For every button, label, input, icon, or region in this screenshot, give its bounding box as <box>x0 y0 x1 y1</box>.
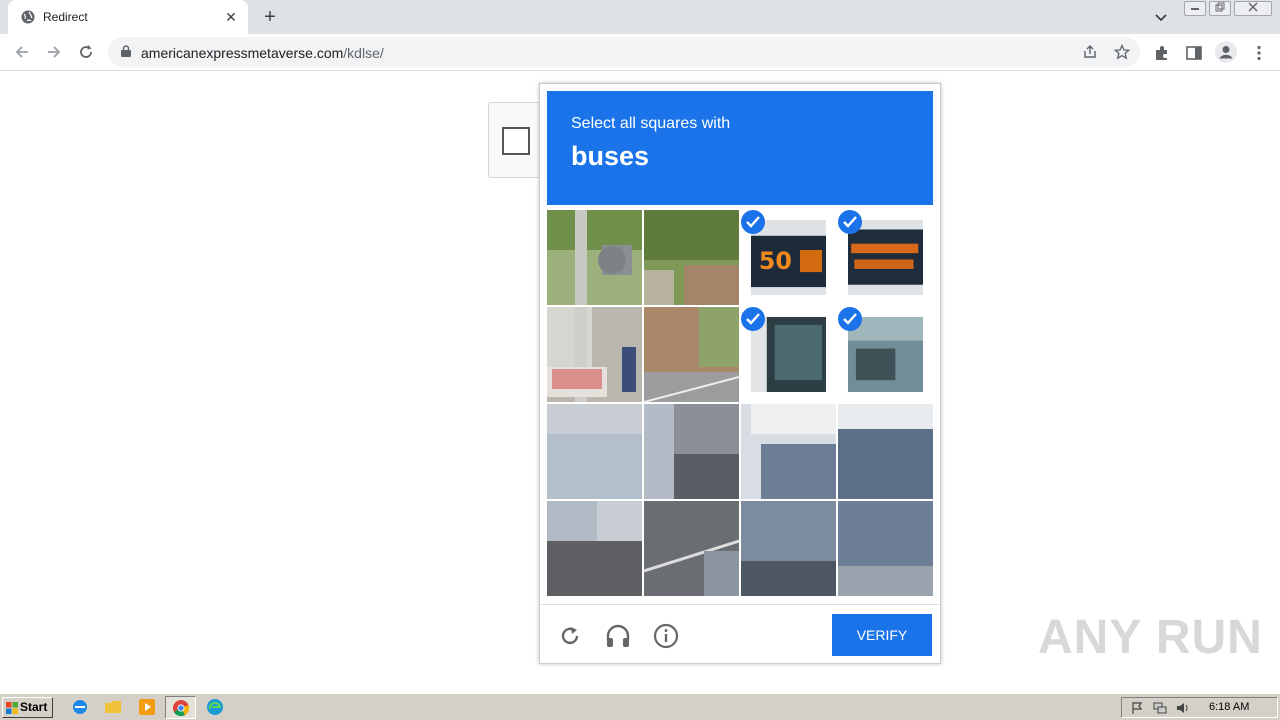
captcha-checkbox[interactable] <box>502 127 530 155</box>
captcha-tile[interactable] <box>644 210 739 305</box>
captcha-prompt: Select all squares with buses <box>547 91 933 205</box>
selected-check-icon <box>741 210 765 234</box>
tile-image <box>848 220 923 295</box>
tile-image <box>751 317 826 392</box>
captcha-tile-selected[interactable] <box>838 210 933 305</box>
tile-image <box>741 404 836 499</box>
bookmark-star-icon[interactable] <box>1114 44 1130 60</box>
tile-image <box>741 501 836 596</box>
lock-icon <box>121 45 131 57</box>
tile-image: 50 <box>751 220 826 295</box>
volume-icon[interactable] <box>1176 701 1190 715</box>
captcha-tile[interactable] <box>547 404 642 499</box>
minimize-icon <box>1191 8 1199 10</box>
forward-icon[interactable] <box>44 42 64 62</box>
captcha-tile[interactable] <box>741 501 836 596</box>
selected-check-icon <box>838 307 862 331</box>
url-path: /kdlse/ <box>343 45 384 61</box>
start-label: Start <box>20 700 48 714</box>
globe-icon <box>21 10 35 24</box>
captcha-tile-selected[interactable] <box>741 307 836 402</box>
svg-text:50: 50 <box>759 247 792 275</box>
captcha-tile-selected[interactable]: 50 <box>741 210 836 305</box>
info-icon[interactable] <box>652 622 680 650</box>
browser-tab[interactable]: Redirect ✕ <box>8 0 248 34</box>
tile-image <box>838 404 933 499</box>
chevron-down-icon[interactable] <box>1152 8 1170 26</box>
profile-avatar[interactable] <box>1215 41 1237 63</box>
edge-icon[interactable] <box>206 698 224 716</box>
share-icon[interactable] <box>1082 44 1098 60</box>
prompt-target: buses <box>571 141 650 171</box>
system-tray: 6:18 AM <box>1121 697 1278 718</box>
captcha-tile[interactable] <box>644 501 739 596</box>
restore-button[interactable] <box>1209 1 1231 16</box>
menu-kebab-icon[interactable] <box>1250 44 1268 62</box>
chrome-icon <box>173 700 190 717</box>
tile-image <box>547 404 642 499</box>
chrome-taskbar-button[interactable] <box>165 696 196 719</box>
tile-image <box>644 307 739 402</box>
tile-image <box>547 307 642 402</box>
restore-icon <box>1215 2 1225 12</box>
ie-icon[interactable] <box>71 698 89 716</box>
captcha-tile-selected[interactable] <box>838 307 933 402</box>
windows-flag-icon <box>6 702 18 714</box>
captcha-tile[interactable] <box>741 404 836 499</box>
back-icon[interactable] <box>12 42 32 62</box>
media-player-icon[interactable] <box>138 698 156 716</box>
tab-strip: Redirect ✕ + <box>0 0 1280 34</box>
captcha-tile[interactable] <box>644 404 739 499</box>
tab-title: Redirect <box>43 10 88 24</box>
taskbar: Start 6:18 AM <box>0 693 1280 720</box>
captcha-tile[interactable] <box>838 404 933 499</box>
close-icon <box>1248 2 1258 12</box>
tile-image <box>547 210 642 305</box>
address-bar[interactable]: americanexpressmetaverse.com/kdlse/ <box>108 37 1140 67</box>
footer-divider <box>540 604 940 605</box>
new-tab-button[interactable]: + <box>260 7 280 27</box>
taskbar-clock: 6:18 AM <box>1209 701 1250 713</box>
audio-headphones-icon[interactable] <box>604 622 632 650</box>
person-icon <box>1219 46 1233 59</box>
network-icon[interactable] <box>1153 701 1167 715</box>
tile-image <box>838 501 933 596</box>
browser-toolbar: americanexpressmetaverse.com/kdlse/ <box>0 34 1280 71</box>
captcha-anchor <box>488 102 544 178</box>
captcha-tile[interactable] <box>838 501 933 596</box>
tile-image <box>644 404 739 499</box>
window-close-button[interactable] <box>1234 1 1272 16</box>
tile-image <box>547 501 642 596</box>
captcha-tile[interactable] <box>547 307 642 402</box>
anyrun-watermark: ANY RUN <box>1038 611 1263 664</box>
start-button[interactable]: Start <box>2 697 53 718</box>
reload-icon[interactable] <box>556 622 584 650</box>
minimize-button[interactable] <box>1184 1 1206 16</box>
tile-image <box>644 501 739 596</box>
captcha-challenge: Select all squares with buses 50 VERIFY <box>539 83 941 664</box>
url-domain: americanexpressmetaverse.com <box>141 45 344 61</box>
tile-image <box>644 210 739 305</box>
selected-check-icon <box>741 307 765 331</box>
selected-check-icon <box>838 210 862 234</box>
reload-page-icon[interactable] <box>76 42 96 62</box>
folder-icon[interactable] <box>104 698 122 716</box>
tile-image <box>848 317 923 392</box>
prompt-instruction: Select all squares with <box>571 115 731 132</box>
captcha-tile[interactable] <box>644 307 739 402</box>
side-panel-icon[interactable] <box>1185 44 1203 62</box>
captcha-image-grid: 50 <box>547 210 934 597</box>
url-text: americanexpressmetaverse.com/kdlse/ <box>141 45 384 61</box>
captcha-tile[interactable] <box>547 501 642 596</box>
verify-button[interactable]: VERIFY <box>832 614 932 656</box>
captcha-tile[interactable] <box>547 210 642 305</box>
action-center-flag-icon[interactable] <box>1130 701 1144 715</box>
close-tab-icon[interactable]: ✕ <box>223 9 239 25</box>
extensions-icon[interactable] <box>1153 44 1171 62</box>
